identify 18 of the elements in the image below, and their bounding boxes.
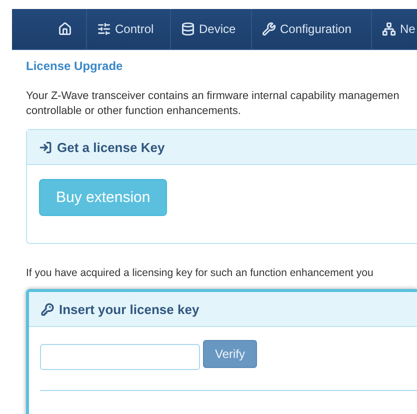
network-icon [382,22,396,36]
panel-title: Insert your license key [59,302,200,316]
panel-title: Get a license Key [57,140,165,154]
nav-item[interactable]: Ne [372,9,416,49]
intro-text: controllable or other function enhancements. [26,104,242,119]
sliders-icon [97,22,111,36]
nav-item[interactable]: Device [171,9,252,49]
database-icon [181,22,195,36]
nav-item[interactable]: Configuration [252,9,372,49]
license-info-text: If you have acquired a licensing key for such an function enhancement you [26,267,374,279]
nav-item[interactable]: Control [87,9,171,49]
page-title: License Upgrade [26,59,124,73]
wrench-icon [262,22,276,36]
intro-text: Your Z-Wave transceiver contains an firmware internal capability managemen [26,89,400,104]
home-icon [58,22,72,36]
login-icon [39,140,52,154]
license-key-field[interactable] [40,344,200,370]
key-icon [41,302,54,316]
